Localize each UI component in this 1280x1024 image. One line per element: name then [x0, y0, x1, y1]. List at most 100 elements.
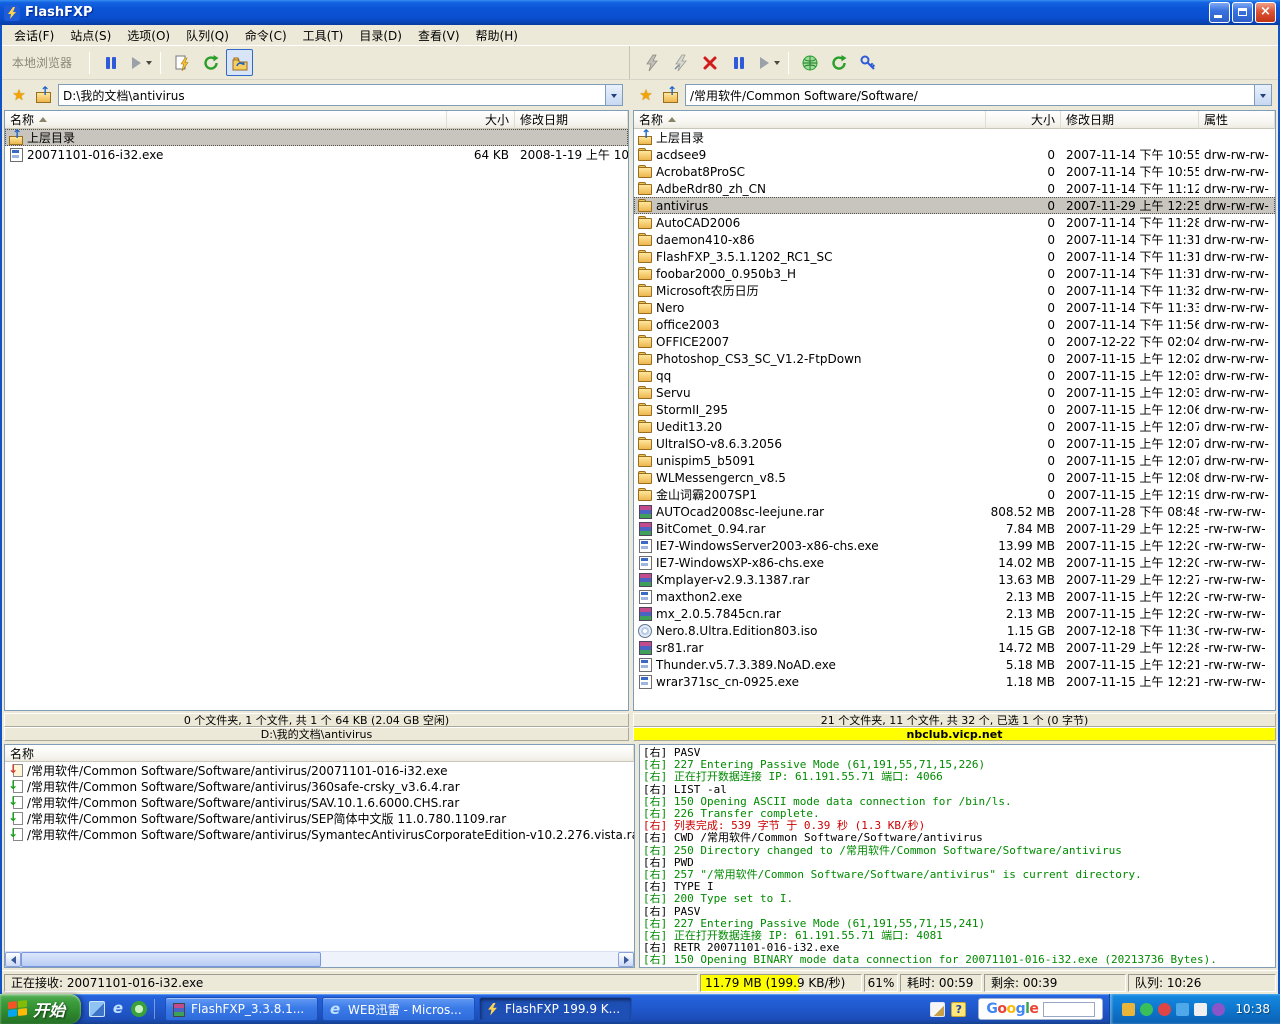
remote-path-dropdown-button[interactable]: [1254, 85, 1271, 105]
refresh-local-button[interactable]: [197, 49, 224, 76]
google-search-input[interactable]: [1043, 1002, 1095, 1017]
file-row[interactable]: unispim5_b5091 0 2007-11-15 上午 12:07 drw…: [634, 452, 1275, 469]
file-row[interactable]: OFFICE2007 0 2007-12-22 下午 02:04 drw-rw-…: [634, 333, 1275, 350]
taskbar-window-button[interactable]: FlashFXP 199.9 K...: [479, 997, 632, 1021]
file-row[interactable]: sr81.rar 14.72 MB 2007-11-29 上午 12:28 -r…: [634, 639, 1275, 656]
tray-icon-6[interactable]: [1212, 1003, 1225, 1016]
menu-item[interactable]: 队列(Q): [178, 25, 237, 46]
remote-favorites-button[interactable]: ★: [635, 84, 657, 106]
transfer-queue-button[interactable]: [168, 49, 195, 76]
restore-button[interactable]: [1232, 2, 1253, 23]
menu-item[interactable]: 帮助(H): [468, 25, 526, 46]
menu-item[interactable]: 工具(T): [295, 25, 352, 46]
tray-icon-1[interactable]: [1122, 1003, 1135, 1016]
queue-item[interactable]: /常用软件/Common Software/Software/antivirus…: [5, 826, 634, 842]
start-transfer-button[interactable]: [754, 49, 781, 76]
quicklaunch-show-desktop-icon[interactable]: [89, 1001, 105, 1017]
tray-icon-2[interactable]: [1140, 1003, 1153, 1016]
file-row[interactable]: Nero 0 2007-11-14 下午 11:33 drw-rw-rw-: [634, 299, 1275, 316]
file-row[interactable]: 金山词霸2007SP1 0 2007-11-15 上午 12:19 drw-rw…: [634, 486, 1275, 503]
menu-item[interactable]: 选项(O): [119, 25, 178, 46]
connect-button[interactable]: [796, 49, 823, 76]
file-row[interactable]: WLMessengercn_v8.5 0 2007-11-15 上午 12:08…: [634, 469, 1275, 486]
file-row[interactable]: FlashFXP_3.5.1.1202_RC1_SC 0 2007-11-14 …: [634, 248, 1275, 265]
quicklaunch-media-icon[interactable]: [131, 1001, 147, 1017]
taskbar-clock[interactable]: 10:38: [1235, 1002, 1270, 1016]
taskbar-window-button[interactable]: WEB迅雷 - Micros...: [322, 997, 475, 1021]
menu-item[interactable]: 命令(C): [237, 25, 295, 46]
quicklaunch-browser-icon[interactable]: e: [110, 1001, 126, 1017]
file-row[interactable]: Microsoft农历日历 0 2007-11-14 下午 11:32 drw-…: [634, 282, 1275, 299]
file-row[interactable]: Servu 0 2007-11-15 上午 12:03 drw-rw-rw-: [634, 384, 1275, 401]
file-row[interactable]: Uedit13.20 0 2007-11-15 上午 12:07 drw-rw-…: [634, 418, 1275, 435]
file-row[interactable]: Thunder.v5.7.3.389.NoAD.exe 5.18 MB 2007…: [634, 656, 1275, 673]
language-bar-icon[interactable]: [930, 1002, 945, 1017]
local-favorites-button[interactable]: ★: [8, 84, 30, 106]
file-row[interactable]: 上层目录: [5, 129, 628, 146]
file-row[interactable]: AUTOcad2008sc-leejune.rar 808.52 MB 2007…: [634, 503, 1275, 520]
queue-item[interactable]: /常用软件/Common Software/Software/antivirus…: [5, 762, 634, 778]
tray-icon-5[interactable]: [1194, 1003, 1207, 1016]
file-row[interactable]: qq 0 2007-11-15 上午 12:03 drw-rw-rw-: [634, 367, 1275, 384]
queue-item[interactable]: /常用软件/Common Software/Software/antivirus…: [5, 810, 634, 826]
file-row[interactable]: Kmplayer-v2.9.3.1387.rar 13.63 MB 2007-1…: [634, 571, 1275, 588]
local-path-dropdown-button[interactable]: [605, 85, 622, 105]
scroll-left-button[interactable]: [5, 952, 21, 967]
minimize-button[interactable]: [1209, 2, 1230, 23]
file-row[interactable]: Nero.8.Ultra.Edition803.iso 1.15 GB 2007…: [634, 622, 1275, 639]
reconnect-button[interactable]: [667, 49, 694, 76]
column-header-size[interactable]: 大小: [986, 111, 1061, 129]
queue-item[interactable]: /常用软件/Common Software/Software/antivirus…: [5, 778, 634, 794]
file-row[interactable]: AdbeRdr80_zh_CN 0 2007-11-14 下午 11:12 dr…: [634, 180, 1275, 197]
refresh-remote-button[interactable]: [825, 49, 852, 76]
start-queue-button[interactable]: [126, 49, 153, 76]
file-row[interactable]: BitComet_0.94.rar 7.84 MB 2007-11-29 上午 …: [634, 520, 1275, 537]
file-row[interactable]: IE7-WindowsServer2003-x86-chs.exe 13.99 …: [634, 537, 1275, 554]
help-icon[interactable]: [951, 1002, 966, 1017]
taskbar-window-button[interactable]: FlashFXP_3.3.8.1...: [165, 997, 318, 1021]
menu-item[interactable]: 站点(S): [62, 25, 119, 46]
column-header-attr[interactable]: 属性: [1199, 111, 1275, 129]
menu-item[interactable]: 会话(F): [6, 25, 62, 46]
file-row[interactable]: maxthon2.exe 2.13 MB 2007-11-15 上午 12:20…: [634, 588, 1275, 605]
folder-sync-button[interactable]: [226, 49, 253, 76]
file-row[interactable]: Photoshop_CS3_SC_V1.2-FtpDown 0 2007-11-…: [634, 350, 1275, 367]
menu-item[interactable]: 目录(D): [351, 25, 410, 46]
column-header-name[interactable]: 名称: [634, 111, 986, 129]
scroll-thumb[interactable]: [21, 952, 321, 967]
identity-button[interactable]: [854, 49, 881, 76]
abort-button[interactable]: [696, 49, 723, 76]
scroll-right-button[interactable]: [618, 952, 634, 967]
file-row[interactable]: daemon410-x86 0 2007-11-14 下午 11:31 drw-…: [634, 231, 1275, 248]
menu-item[interactable]: 查看(V): [410, 25, 468, 46]
tray-icon-4[interactable]: [1176, 1003, 1189, 1016]
column-header-name[interactable]: 名称: [5, 111, 447, 129]
column-header-date[interactable]: 修改日期: [515, 111, 628, 129]
file-row[interactable]: AutoCAD2006 0 2007-11-14 下午 11:28 drw-rw…: [634, 214, 1275, 231]
column-header-size[interactable]: 大小: [447, 111, 515, 129]
queue-column-header-name[interactable]: 名称: [5, 745, 634, 762]
pause-transfer-button[interactable]: [725, 49, 752, 76]
quick-connect-button[interactable]: [638, 49, 665, 76]
file-row[interactable]: wrar371sc_cn-0925.exe 1.18 MB 2007-11-15…: [634, 673, 1275, 690]
file-row[interactable]: acdsee9 0 2007-11-14 下午 10:55 drw-rw-rw-: [634, 146, 1275, 163]
file-row[interactable]: Acrobat8ProSC 0 2007-11-14 下午 10:55 drw-…: [634, 163, 1275, 180]
local-up-dir-button[interactable]: [33, 84, 55, 106]
local-path-combobox[interactable]: D:\我的文档\antivirus: [58, 84, 623, 106]
file-row[interactable]: StormII_295 0 2007-11-15 上午 12:06 drw-rw…: [634, 401, 1275, 418]
tray-icon-3[interactable]: [1158, 1003, 1171, 1016]
column-header-date[interactable]: 修改日期: [1061, 111, 1199, 129]
queue-item[interactable]: /常用软件/Common Software/Software/antivirus…: [5, 794, 634, 810]
file-row[interactable]: office2003 0 2007-11-14 下午 11:56 drw-rw-…: [634, 316, 1275, 333]
file-row[interactable]: UltraISO-v8.6.3.2056 0 2007-11-15 上午 12:…: [634, 435, 1275, 452]
pause-queue-button[interactable]: [97, 49, 124, 76]
file-row[interactable]: antivirus 0 2007-11-29 上午 12:25 drw-rw-r…: [634, 197, 1275, 214]
close-button[interactable]: ×: [1255, 2, 1276, 23]
scroll-track[interactable]: [21, 952, 618, 967]
file-row[interactable]: IE7-WindowsXP-x86-chs.exe 14.02 MB 2007-…: [634, 554, 1275, 571]
file-row[interactable]: 上层目录: [634, 129, 1275, 146]
file-row[interactable]: mx_2.0.5.7845cn.rar 2.13 MB 2007-11-15 上…: [634, 605, 1275, 622]
start-button[interactable]: 开始: [0, 994, 81, 1024]
file-row[interactable]: 20071101-016-i32.exe 64 KB 2008-1-19 上午 …: [5, 146, 628, 163]
remote-path-combobox[interactable]: /常用软件/Common Software/Software/: [685, 84, 1272, 106]
